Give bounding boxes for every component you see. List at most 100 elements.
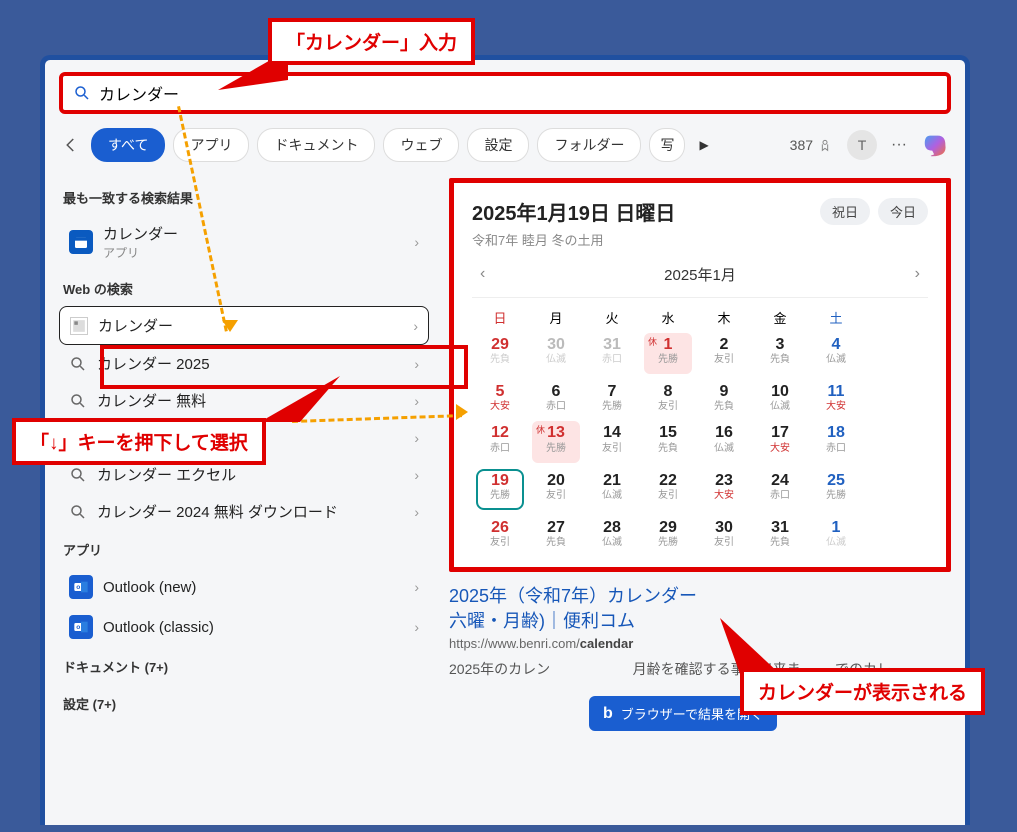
chevron-right-icon: › xyxy=(414,234,419,250)
result-web-1[interactable]: カレンダー › xyxy=(59,306,429,345)
search-box[interactable] xyxy=(59,72,951,114)
calendar-day[interactable]: 25先勝 xyxy=(808,469,864,516)
section-docs-count[interactable]: ドキュメント (7+) xyxy=(59,647,429,684)
preview-right-column: 2025年1月19日 日曜日 祝日 今日 令和7年 睦月 冬の土用 ‹ 2025… xyxy=(449,178,951,721)
web-result[interactable]: 2025年（令和7年）カレンダー 六曜・月齢)｜便利コム https://www… xyxy=(449,584,951,680)
calendar-day[interactable]: 6赤口 xyxy=(528,380,584,421)
result-title: Outlook (classic) xyxy=(103,619,214,636)
search-icon xyxy=(69,392,87,410)
result-title: カレンダー エクセル xyxy=(97,464,236,485)
web-thumb-icon xyxy=(70,317,88,335)
calendar-day[interactable]: 休1先勝 xyxy=(640,333,696,380)
calendar-day[interactable]: 21仏滅 xyxy=(584,469,640,516)
svg-text:o: o xyxy=(76,584,80,591)
web-result-url: https://www.benri.com/calendar xyxy=(449,636,951,651)
calendar-dow: 月 xyxy=(528,306,584,333)
user-avatar[interactable]: T xyxy=(847,130,877,160)
calendar-grid: 日月火水木金土 29先負30仏滅31赤口休1先勝2友引3先負4仏滅5大安6赤口7… xyxy=(472,297,928,557)
calendar-dow: 水 xyxy=(640,306,696,333)
callout-arrowkey: 「↓」キーを押下して選択 xyxy=(12,418,266,465)
filter-docs[interactable]: ドキュメント xyxy=(257,128,375,162)
calendar-prev[interactable]: ‹ xyxy=(472,261,493,287)
calendar-day[interactable]: 29先勝 xyxy=(640,516,696,557)
calendar-date-title: 2025年1月19日 日曜日 xyxy=(472,197,675,226)
result-web-2[interactable]: カレンダー 2025 › xyxy=(59,345,429,382)
calendar-day[interactable]: 23大安 xyxy=(696,469,752,516)
rewards-points[interactable]: 387 xyxy=(784,137,839,153)
calendar-day[interactable]: 15先負 xyxy=(640,421,696,468)
dashed-arrowhead-2 xyxy=(456,404,468,420)
outlook-new-icon: o xyxy=(69,575,93,599)
calendar-panel: 2025年1月19日 日曜日 祝日 今日 令和7年 睦月 冬の土用 ‹ 2025… xyxy=(449,178,951,572)
calendar-day[interactable]: 11大安 xyxy=(808,380,864,421)
chevron-right-icon: › xyxy=(414,393,419,409)
more-menu[interactable]: ··· xyxy=(885,136,913,154)
calendar-day[interactable]: 20友引 xyxy=(528,469,584,516)
calendar-pill-holiday[interactable]: 祝日 xyxy=(820,198,870,225)
result-web-3b[interactable]: カレンダー 無料 › xyxy=(59,382,429,419)
callout-input: 「カレンダー」入力 xyxy=(268,18,475,65)
result-title: Outlook (new) xyxy=(103,579,196,596)
calendar-day[interactable]: 27先負 xyxy=(528,516,584,557)
calendar-day[interactable]: 5大安 xyxy=(472,380,528,421)
filter-settings[interactable]: 設定 xyxy=(467,128,529,162)
search-icon xyxy=(69,466,87,484)
calendar-day[interactable]: 30仏滅 xyxy=(528,333,584,380)
calendar-month: 2025年1月 xyxy=(664,264,736,285)
calendar-day[interactable]: 31赤口 xyxy=(584,333,640,380)
calendar-day[interactable]: 12赤口 xyxy=(472,421,528,468)
calendar-day[interactable]: 9先負 xyxy=(696,380,752,421)
calendar-day[interactable]: 19先勝 xyxy=(472,469,528,516)
section-web-search: Web の検索 xyxy=(59,269,429,306)
copilot-icon[interactable] xyxy=(921,130,951,160)
filter-folder[interactable]: フォルダー xyxy=(537,128,641,162)
chevron-right-icon: › xyxy=(414,579,419,595)
calendar-dow: 木 xyxy=(696,306,752,333)
result-title: カレンダー xyxy=(98,315,173,336)
chevron-right-icon: › xyxy=(414,356,419,372)
result-outlook-classic[interactable]: o Outlook (classic) › xyxy=(59,607,429,647)
result-title: カレンダー 2024 無料 ダウンロード xyxy=(97,501,338,522)
result-web-6[interactable]: カレンダー 2024 無料 ダウンロード › xyxy=(59,493,429,530)
back-button[interactable] xyxy=(59,133,83,157)
calendar-day[interactable]: 1仏滅 xyxy=(808,516,864,557)
calendar-day[interactable]: 10仏滅 xyxy=(752,380,808,421)
calendar-app-icon xyxy=(69,230,93,254)
calendar-day[interactable]: 22友引 xyxy=(640,469,696,516)
calendar-day[interactable]: 休13先勝 xyxy=(528,421,584,468)
calendar-day[interactable]: 29先負 xyxy=(472,333,528,380)
chevron-right-icon: › xyxy=(414,504,419,520)
calendar-day[interactable]: 30友引 xyxy=(696,516,752,557)
result-title: カレンダー 無料 xyxy=(97,390,206,411)
search-icon xyxy=(73,84,91,102)
calendar-day[interactable]: 18赤口 xyxy=(808,421,864,468)
calendar-next[interactable]: › xyxy=(907,261,928,287)
calendar-day[interactable]: 8友引 xyxy=(640,380,696,421)
web-result-title: 2025年（令和7年）カレンダー 六曜・月齢)｜便利コム xyxy=(449,584,951,634)
calendar-day[interactable]: 4仏滅 xyxy=(808,333,864,380)
calendar-day[interactable]: 31先負 xyxy=(752,516,808,557)
callout-shown-pointer xyxy=(720,618,780,674)
filter-more[interactable]: ▶ xyxy=(693,138,714,152)
result-outlook-new[interactable]: o Outlook (new) › xyxy=(59,567,429,607)
calendar-day[interactable]: 24赤口 xyxy=(752,469,808,516)
rewards-icon xyxy=(817,137,833,153)
calendar-day[interactable]: 17大安 xyxy=(752,421,808,468)
filter-web[interactable]: ウェブ xyxy=(383,128,459,162)
calendar-pill-today[interactable]: 今日 xyxy=(878,198,928,225)
calendar-day[interactable]: 7先勝 xyxy=(584,380,640,421)
filter-all[interactable]: すべて xyxy=(91,128,165,162)
calendar-day[interactable]: 28仏滅 xyxy=(584,516,640,557)
calendar-day[interactable]: 3先負 xyxy=(752,333,808,380)
calendar-day[interactable]: 16仏滅 xyxy=(696,421,752,468)
chevron-right-icon: › xyxy=(414,467,419,483)
calendar-day[interactable]: 14友引 xyxy=(584,421,640,468)
calendar-day[interactable]: 2友引 xyxy=(696,333,752,380)
section-settings-count[interactable]: 設定 (7+) xyxy=(59,684,429,721)
result-title: カレンダー xyxy=(103,223,178,244)
filter-photo[interactable]: 写 xyxy=(649,128,685,162)
result-calendar-app[interactable]: カレンダー アプリ › xyxy=(59,215,429,269)
calendar-day[interactable]: 26友引 xyxy=(472,516,528,557)
search-icon xyxy=(69,355,87,373)
chevron-right-icon: › xyxy=(414,430,419,446)
